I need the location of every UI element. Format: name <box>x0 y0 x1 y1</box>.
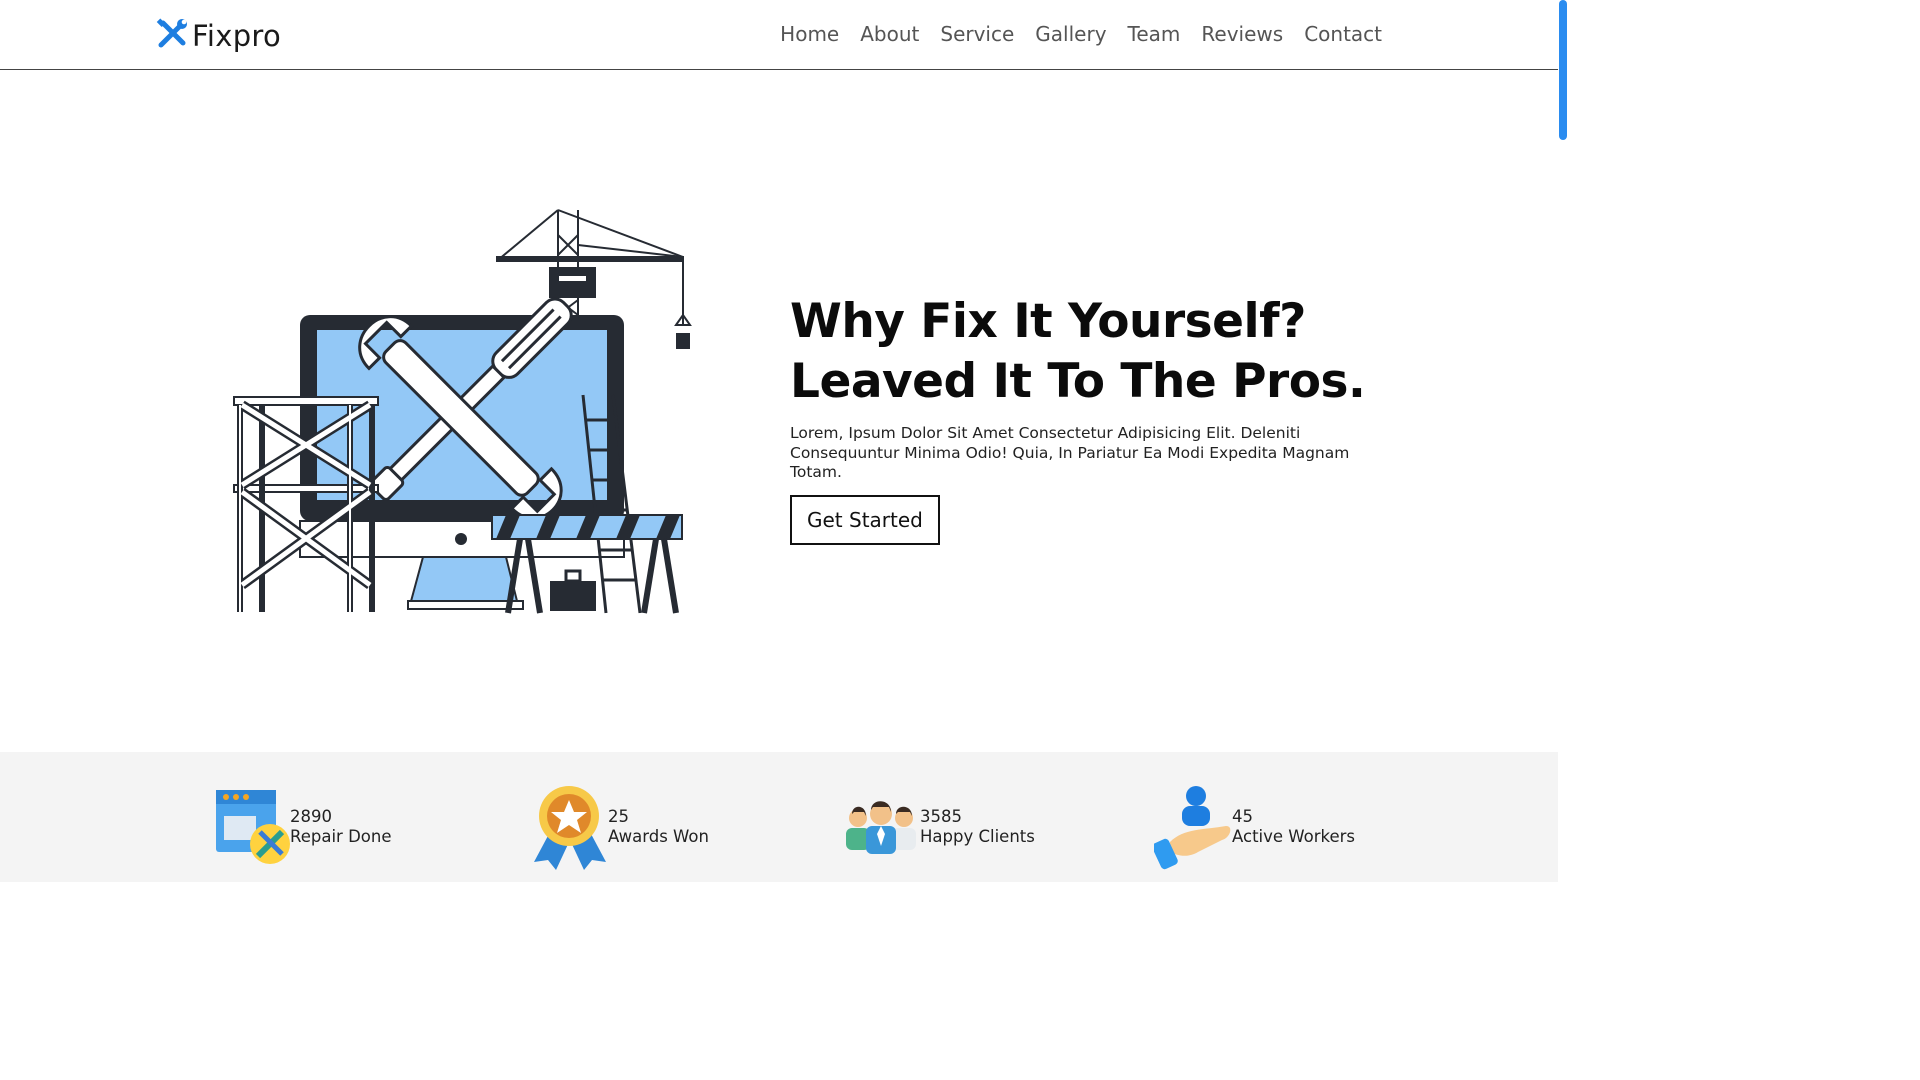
nav-gallery[interactable]: Gallery <box>1035 22 1106 46</box>
logo-text: Fixpro <box>192 19 282 53</box>
scrollbar-thumb[interactable] <box>1559 0 1567 140</box>
award-medal-icon <box>530 782 610 872</box>
stats-section: 2890 Repair Done 25 Awards Won 3585 Happ… <box>0 752 1558 882</box>
nav-home[interactable]: Home <box>780 22 839 46</box>
nav-service[interactable]: Service <box>940 22 1014 46</box>
stat-value: 3585 <box>920 807 962 826</box>
page-scrollbar[interactable] <box>1558 0 1568 882</box>
hero-description: Lorem, Ipsum Dolor Sit Amet Consectetur … <box>790 424 1350 481</box>
stat-value: 2890 <box>290 807 332 826</box>
stat-label: Happy Clients <box>920 827 1035 846</box>
stat-repair-done: 2890 Repair Done <box>212 782 391 872</box>
nav-team[interactable]: Team <box>1128 22 1181 46</box>
nav-reviews[interactable]: Reviews <box>1201 22 1283 46</box>
get-started-button[interactable]: Get Started <box>790 494 940 545</box>
stat-awards-won: 25 Awards Won <box>530 782 709 872</box>
stat-label: Awards Won <box>608 827 709 846</box>
clients-group-icon <box>842 782 922 872</box>
repair-construction-illustration <box>228 205 698 617</box>
stat-happy-clients: 3585 Happy Clients <box>842 782 1035 872</box>
main-nav: Home About Service Gallery Team Reviews … <box>780 22 1382 46</box>
site-header: Fixpro Home About Service Gallery Team R… <box>0 0 1558 70</box>
stat-label: Repair Done <box>290 827 392 846</box>
headline-line-1: Why Fix It Yourself? <box>790 294 1306 349</box>
logo[interactable]: Fixpro <box>155 17 281 55</box>
hero-section: Why Fix It Yourself? Leaved It To The Pr… <box>790 292 1400 545</box>
headline-line-2: Leaved It To The Pros. <box>790 354 1366 409</box>
repair-browser-icon <box>212 782 292 872</box>
wrench-screwdriver-icon <box>155 17 189 55</box>
stat-label: Active Workers <box>1232 827 1356 846</box>
stat-value: 45 <box>1232 807 1253 826</box>
stat-active-workers: 45 Active Workers <box>1152 782 1356 872</box>
nav-contact[interactable]: Contact <box>1304 22 1382 46</box>
worker-hand-icon <box>1152 782 1234 872</box>
hero-headline: Why Fix It Yourself? Leaved It To The Pr… <box>790 292 1400 412</box>
stat-value: 25 <box>608 807 629 826</box>
nav-about[interactable]: About <box>860 22 919 46</box>
